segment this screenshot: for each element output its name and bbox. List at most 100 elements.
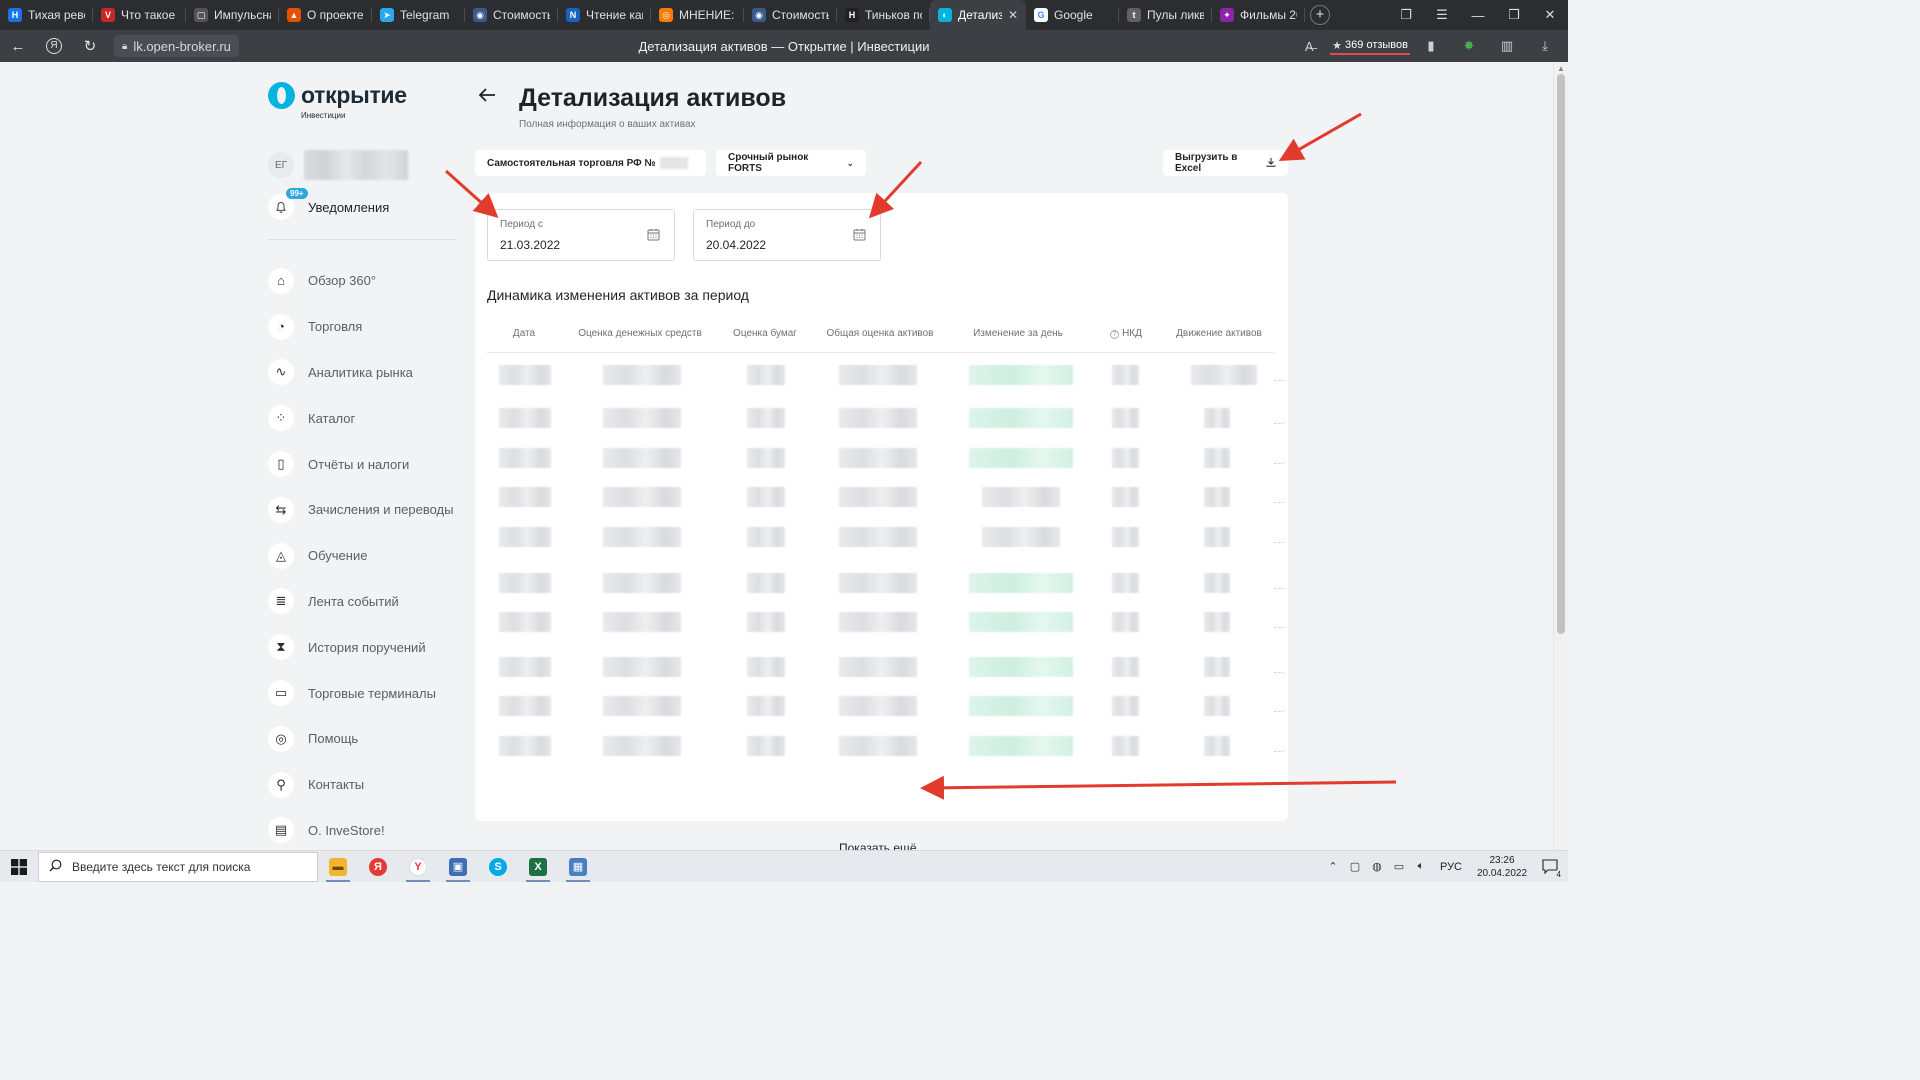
browser-tab[interactable]: t Пулы ликви: [1119, 0, 1212, 30]
period-to-field[interactable]: Период до 20.04.2022: [693, 209, 881, 261]
sidebar-item-graduation-cap[interactable]: ◬ Обучение: [268, 533, 453, 579]
page-viewport: открытие Инвестиции ЕГ 99+ Уведомления ⌂…: [0, 62, 1553, 850]
tabs-menu-icon[interactable]: ❐: [1388, 0, 1424, 30]
reviews-badge[interactable]: ★ 369 отзывов: [1330, 37, 1410, 55]
export-excel-button[interactable]: Выгрузить в Excel: [1163, 150, 1288, 176]
sidebar-item-terminal[interactable]: ▭ Торговые терминалы: [268, 670, 453, 716]
sidebar-item-document[interactable]: ▯ Отчёты и налоги: [268, 441, 453, 487]
notifications-item[interactable]: 99+ Уведомления: [268, 188, 389, 220]
tab-favicon-icon: ➤: [380, 8, 394, 22]
browser-tab[interactable]: V Что такое D: [93, 0, 186, 30]
transfer-icon: ⇆: [268, 496, 294, 523]
sidebar-item-feed[interactable]: ≣ Лента событий: [268, 579, 453, 625]
column-date[interactable]: Дата: [513, 328, 535, 339]
calendar-icon[interactable]: [647, 228, 660, 241]
url-field[interactable]: 🔒︎ lk.open-broker.ru: [114, 35, 239, 57]
redacted-cell: [499, 487, 551, 507]
info-icon[interactable]: ?: [1110, 330, 1120, 339]
browser-tab[interactable]: ➤ Telegram: [372, 0, 465, 30]
tab-favicon-icon: G: [1034, 8, 1048, 22]
account-selector[interactable]: Самостоятельная торговля РФ №: [475, 150, 706, 176]
browser-tab[interactable]: H Тиньков по: [837, 0, 930, 30]
sidebar-item-pulse[interactable]: ∿ Аналитика рынка: [268, 350, 453, 396]
tab-close-icon[interactable]: ✕: [1008, 8, 1018, 22]
close-window-icon[interactable]: ✕: [1532, 0, 1568, 30]
bookmark-icon[interactable]: ▮: [1414, 30, 1448, 62]
sidebar-item-location-pin[interactable]: ⚲ Контакты: [268, 762, 453, 808]
column-total[interactable]: Общая оценка активов: [827, 328, 934, 339]
column-daily-change[interactable]: Изменение за день: [973, 328, 1063, 339]
extension-icon[interactable]: ✸: [1452, 30, 1486, 62]
collections-icon[interactable]: ▥: [1490, 30, 1524, 62]
sidebar-item-transfer[interactable]: ⇆ Зачисления и переводы: [268, 487, 453, 533]
sidebar-item-lifebuoy[interactable]: ◎ Помощь: [268, 716, 453, 762]
sidebar-item-hourglass[interactable]: ⧗ История поручений: [268, 624, 453, 670]
meet-icon[interactable]: ▢: [1346, 860, 1364, 873]
show-more-button[interactable]: Показать ещё: [839, 841, 917, 850]
brand-logo[interactable]: открытие: [268, 82, 407, 109]
back-icon[interactable]: ←: [0, 30, 36, 62]
column-cash[interactable]: Оценка денежных средств: [578, 328, 702, 339]
network-status-icon[interactable]: ◍: [1368, 860, 1386, 873]
chart-app-icon[interactable]: ▦: [558, 851, 598, 883]
redacted-cell: [839, 736, 917, 756]
yandex-browser-icon[interactable]: Y: [398, 851, 438, 883]
menu-icon[interactable]: ☰: [1424, 0, 1460, 30]
excel-icon[interactable]: X: [518, 851, 558, 883]
browser-tab[interactable]: H Тихая рево: [0, 0, 93, 30]
browser-tab[interactable]: ▢ Импульсная: [186, 0, 279, 30]
yandex-app-icon[interactable]: Я: [358, 851, 398, 883]
clock[interactable]: 23:26 20.04.2022: [1472, 854, 1532, 880]
calendar-icon[interactable]: [853, 228, 866, 241]
browser-tab[interactable]: N Чтение как: [558, 0, 651, 30]
remote-desktop-icon[interactable]: ▣: [438, 851, 478, 883]
translate-icon[interactable]: A̶: [1292, 30, 1326, 62]
browser-tab[interactable]: ✦ Фильмы 20: [1212, 0, 1305, 30]
home-icon: ⌂: [268, 267, 294, 294]
browser-tab[interactable]: ◉ Стоимость: [744, 0, 837, 30]
reload-icon[interactable]: ↻: [72, 30, 108, 62]
page-scrollbar[interactable]: ▲: [1553, 62, 1568, 850]
language-indicator[interactable]: РУС: [1434, 861, 1468, 873]
redacted-cell: [747, 365, 785, 385]
sidebar-item-home[interactable]: ⌂ Обзор 360°: [268, 258, 453, 304]
yandex-icon[interactable]: Я: [36, 30, 72, 62]
period-from-field[interactable]: Период с 21.03.2022: [487, 209, 675, 261]
row-separator: [1274, 711, 1284, 712]
volume-icon[interactable]: 🔈︎: [1412, 860, 1430, 873]
downloads-icon[interactable]: ⤓: [1528, 30, 1562, 62]
scroll-thumb[interactable]: [1557, 74, 1565, 634]
lock-icon: 🔒︎: [122, 40, 128, 52]
browser-tab[interactable]: G Google: [1026, 0, 1119, 30]
user-profile[interactable]: ЕГ: [268, 150, 408, 180]
minimize-icon[interactable]: —: [1460, 0, 1496, 30]
browser-tab[interactable]: ◉ Стоимость: [465, 0, 558, 30]
redacted-cell: [839, 365, 917, 385]
column-securities[interactable]: Оценка бумаг: [733, 328, 797, 339]
sidebar-item-pie-chart[interactable]: ◔ Торговля: [268, 304, 453, 350]
column-nkd[interactable]: ? НКД: [1110, 328, 1142, 339]
file-explorer-icon[interactable]: ▬: [318, 851, 358, 883]
action-center-icon[interactable]: 4: [1536, 851, 1564, 883]
redacted-cell: [1191, 365, 1257, 385]
restore-icon[interactable]: ❒: [1496, 0, 1532, 30]
sidebar-item-store[interactable]: ▤ O. InveStore!: [268, 808, 453, 850]
market-selector[interactable]: Срочный рынок FORTS ⌄: [716, 150, 866, 176]
chevron-up-icon[interactable]: ⌃: [1324, 860, 1342, 873]
browser-tab[interactable]: ▲ О проекте: [279, 0, 372, 30]
column-asset-movement[interactable]: Движение активов: [1176, 328, 1262, 339]
skype-icon[interactable]: S: [478, 851, 518, 883]
monitor-icon[interactable]: ▭: [1390, 860, 1408, 873]
taskbar-search-input[interactable]: Введите здесь текст для поиска: [38, 851, 318, 882]
new-tab-button[interactable]: +: [1305, 0, 1335, 30]
table-row: [487, 607, 1284, 637]
back-arrow-icon[interactable]: [478, 86, 496, 109]
browser-tab[interactable]: ◎ МНЕНИЕ: Н: [651, 0, 744, 30]
redacted-cell: [1112, 527, 1139, 547]
table-row: [487, 443, 1284, 473]
scroll-up-icon[interactable]: ▲: [1557, 64, 1565, 73]
sidebar-item-grid[interactable]: ⁘ Каталог: [268, 395, 453, 441]
windows-start-icon[interactable]: [0, 851, 38, 883]
browser-tab[interactable]: ◐ Детализа ✕: [930, 0, 1026, 30]
redacted-cell: [499, 657, 551, 677]
